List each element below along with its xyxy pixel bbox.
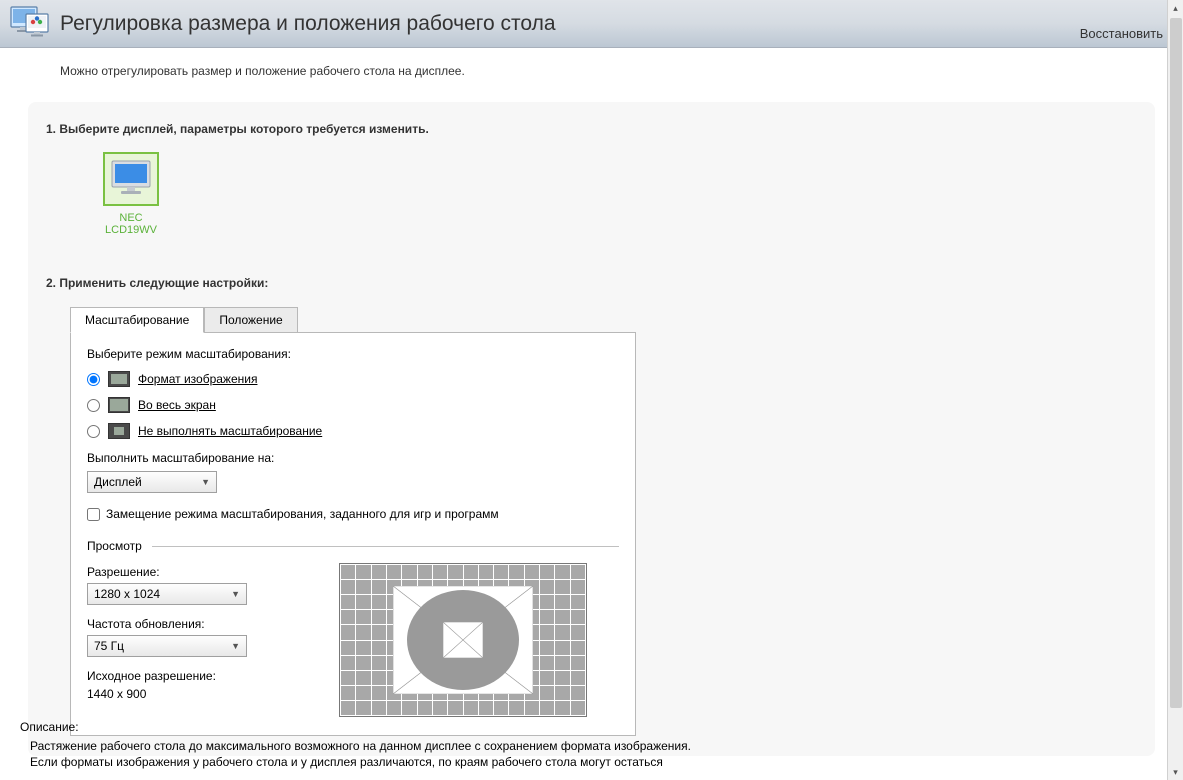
preview-separator: Просмотр [87, 539, 619, 553]
description-heading: Описание: [20, 720, 1143, 734]
step2-heading: 2. Применить следующие настройки: [46, 276, 1137, 290]
preview-row: Разрешение: 1280 x 1024 ▼ Частота обновл… [87, 563, 619, 717]
settings-section: 1. Выберите дисплей, параметры которого … [28, 102, 1155, 756]
perform-on-value: Дисплей [94, 475, 142, 489]
vertical-scrollbar[interactable]: ▴ ▾ [1167, 0, 1183, 780]
preview-controls: Разрешение: 1280 x 1024 ▼ Частота обновл… [87, 563, 307, 717]
resolution-value: 1280 x 1024 [94, 587, 160, 601]
intro-text: Можно отрегулировать размер и положение … [60, 64, 1123, 78]
radio-fullscreen-label: Во весь экран [138, 398, 216, 412]
page-title: Регулировка размера и положения рабочего… [60, 12, 556, 36]
radio-fullscreen[interactable]: Во весь экран [87, 397, 619, 413]
radio-aspect-label: Формат изображения [138, 372, 257, 386]
tab-scaling[interactable]: Масштабирование [70, 307, 204, 333]
radio-aspect-input[interactable] [87, 373, 100, 386]
chevron-down-icon: ▼ [231, 589, 240, 599]
description-body: Растяжение рабочего стола до максимально… [30, 738, 1143, 770]
scaling-mode-label: Выберите режим масштабирования: [87, 347, 619, 361]
aspect-icon [108, 371, 130, 387]
test-pattern [339, 563, 587, 717]
step1-heading: 1. Выберите дисплей, параметры которого … [46, 122, 1137, 136]
restore-link[interactable]: Восстановить [1080, 26, 1163, 41]
refresh-value: 75 Гц [94, 639, 124, 653]
fullscreen-icon [108, 397, 130, 413]
radio-none-input[interactable] [87, 425, 100, 438]
scaling-panel: Выберите режим масштабирования: Формат и… [70, 332, 636, 736]
perform-on-label: Выполнить масштабирование на: [87, 451, 619, 465]
tab-position[interactable]: Положение [204, 307, 297, 333]
override-label: Замещение режима масштабирования, заданн… [106, 507, 499, 521]
display-name-label: NEC LCD19WV [96, 212, 166, 236]
test-pattern-svg [393, 586, 533, 694]
noscale-icon [108, 423, 130, 439]
content-area: Можно отрегулировать размер и положение … [0, 48, 1183, 756]
display-tile[interactable]: NEC LCD19WV [96, 152, 166, 236]
scroll-thumb[interactable] [1170, 18, 1182, 708]
radio-none-label: Не выполнять масштабирование [138, 424, 322, 438]
separator-line [152, 546, 619, 547]
resolution-combo[interactable]: 1280 x 1024 ▼ [87, 583, 247, 605]
chevron-down-icon: ▼ [231, 641, 240, 651]
radio-aspect[interactable]: Формат изображения [87, 371, 619, 387]
display-tile-box[interactable] [103, 152, 159, 206]
resolution-label: Разрешение: [87, 565, 307, 579]
display-settings-icon [10, 6, 50, 42]
page-header: Регулировка размера и положения рабочего… [0, 0, 1183, 48]
refresh-label: Частота обновления: [87, 617, 307, 631]
radio-none[interactable]: Не выполнять масштабирование [87, 423, 619, 439]
radio-fullscreen-input[interactable] [87, 399, 100, 412]
description-block: Описание: Растяжение рабочего стола до м… [20, 720, 1143, 770]
preview-image-container [307, 563, 619, 717]
scroll-up-button[interactable]: ▴ [1168, 0, 1183, 16]
preview-section-label: Просмотр [87, 539, 142, 553]
refresh-combo[interactable]: 75 Гц ▼ [87, 635, 247, 657]
native-res-label: Исходное разрешение: [87, 669, 307, 683]
perform-on-combo[interactable]: Дисплей ▼ [87, 471, 217, 493]
tab-strip: Масштабирование Положение [70, 306, 1137, 332]
chevron-down-icon: ▼ [201, 477, 210, 487]
override-checkbox-row[interactable]: Замещение режима масштабирования, заданн… [87, 507, 619, 521]
override-checkbox[interactable] [87, 508, 100, 521]
scroll-down-button[interactable]: ▾ [1168, 764, 1183, 780]
native-res-value: 1440 x 900 [87, 687, 307, 701]
monitor-icon [109, 157, 153, 201]
